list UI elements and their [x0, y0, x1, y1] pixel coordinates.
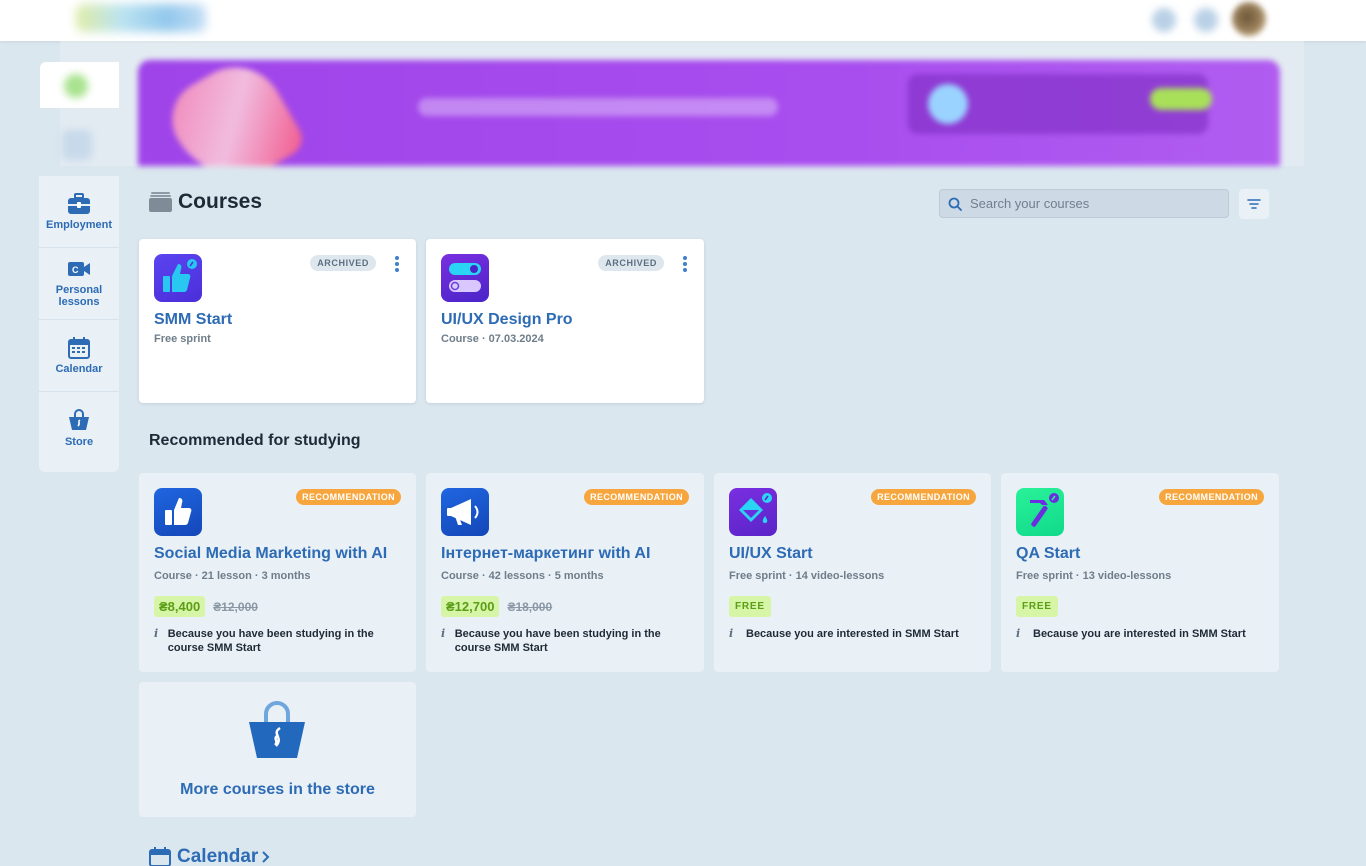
reason-text: Because you have been studying in the co… [454, 628, 661, 654]
briefcase-icon [68, 192, 90, 214]
toggle-icon [441, 254, 489, 302]
calendar-section-link[interactable]: Calendar [149, 846, 271, 866]
chevron-right-icon [262, 851, 270, 863]
recommendation-reason: i Because you have been studying in the … [441, 627, 681, 655]
price-row: ₴8,400 ₴12,000 [154, 596, 258, 617]
recommendation-badge: RECOMMENDATION [871, 489, 976, 505]
banner-promo-icon [928, 84, 968, 124]
megaphone-icon [441, 488, 489, 536]
course-card-uiux-design-pro[interactable]: ARCHIVED UI/UX Design Pro Course · 07.03… [426, 239, 704, 403]
sidebar-item-label: Employment [45, 218, 112, 231]
sidebar-item-employment[interactable]: Employment [39, 176, 119, 248]
course-title[interactable]: SMM Start [154, 311, 232, 329]
course-title[interactable]: UI/UX Start [729, 545, 813, 563]
course-subtitle: Course · 07.03.2024 [441, 333, 544, 345]
info-icon: i [729, 627, 734, 640]
sidebar-item-home[interactable] [40, 62, 119, 108]
reason-text: Because you are interested in SMM Start [746, 628, 959, 640]
recommendation-card-internet-marketing-ai[interactable]: RECOMMENDATION Інтернет-маркетинг with A… [426, 473, 704, 672]
course-card-smm-start[interactable]: ARCHIVED SMM Start Free sprint [139, 239, 416, 403]
price: ₴8,400 [154, 596, 206, 617]
search-icon [948, 197, 962, 211]
price-row: FREE [729, 596, 771, 617]
archived-badge: ARCHIVED [310, 255, 376, 271]
hammer-icon [1016, 488, 1064, 536]
info-icon: i [1016, 627, 1021, 640]
thumbs-up-icon [154, 254, 202, 302]
sidebar-item-label: Personal lessons [55, 283, 103, 308]
top-header [0, 0, 1366, 41]
banner-cta-button[interactable] [1150, 88, 1212, 110]
recommendation-badge: RECOMMENDATION [584, 489, 689, 505]
sidebar-item-personal-lessons[interactable]: C Personal lessons [39, 248, 119, 320]
thumbs-up-icon [154, 488, 202, 536]
filter-button[interactable] [1239, 189, 1269, 219]
svg-text:C: C [72, 265, 79, 275]
search-box[interactable] [939, 189, 1229, 218]
page-title: Courses [178, 190, 263, 213]
recommendation-reason: i Because you have been studying in the … [154, 627, 394, 655]
price-row: FREE [1016, 596, 1058, 617]
course-meta: Course · 21 lesson · 3 months [154, 570, 311, 582]
avatar[interactable] [1232, 2, 1266, 36]
course-meta: Free sprint · 14 video-lessons [729, 570, 885, 582]
info-icon: i [441, 627, 446, 640]
banner-text [418, 98, 778, 116]
more-options-icon[interactable] [680, 254, 690, 274]
sidebar-item-label: Store [64, 436, 94, 448]
course-title[interactable]: UI/UX Design Pro [441, 311, 573, 329]
course-meta: Course · 42 lessons · 5 months [441, 570, 604, 582]
course-meta: Free sprint · 13 video-lessons [1016, 570, 1172, 582]
rocket-illustration-icon [157, 60, 309, 166]
calendar-title: Calendar [177, 846, 259, 866]
price: ₴12,700 [441, 596, 500, 617]
sidebar-item-label: Calendar [55, 362, 103, 375]
calendar-icon [149, 847, 171, 866]
logo[interactable] [76, 4, 206, 32]
recommendation-card-qa-start[interactable]: RECOMMENDATION QA Start Free sprint · 13… [1001, 473, 1279, 672]
recommendation-reason: i Because you are interested in SMM Star… [729, 627, 969, 641]
course-title[interactable]: QA Start [1016, 545, 1080, 563]
recommendation-badge: RECOMMENDATION [1159, 489, 1264, 505]
price-row: ₴12,700 ₴18,000 [441, 596, 552, 617]
course-subtitle: Free sprint [154, 333, 211, 345]
promo-banner[interactable] [138, 60, 1280, 166]
recommendation-badge: RECOMMENDATION [296, 489, 401, 505]
video-camera-icon: C [68, 261, 90, 276]
recommendation-card-uiux-start[interactable]: RECOMMENDATION UI/UX Start Free sprint ·… [714, 473, 991, 672]
search-input[interactable] [970, 196, 1210, 211]
store-card-label: More courses in the store [180, 781, 375, 798]
free-badge: FREE [729, 596, 771, 617]
shopping-bag-icon [249, 701, 305, 758]
old-price: ₴18,000 [507, 599, 553, 614]
shopping-bag-icon [69, 409, 89, 430]
calendar-icon [68, 336, 90, 359]
sidebar-item-courses[interactable] [62, 130, 92, 160]
notification-icon[interactable] [1152, 8, 1176, 32]
courses-header: Courses [149, 190, 262, 214]
recommendation-reason: i Because you are interested in SMM Star… [1016, 627, 1256, 641]
free-badge: FREE [1016, 596, 1058, 617]
course-title[interactable]: Social Media Marketing with AI [154, 545, 387, 563]
sidebar-item-calendar[interactable]: Calendar [39, 320, 119, 392]
more-courses-store-card[interactable]: More courses in the store [139, 682, 416, 817]
folder-stack-icon [149, 192, 172, 212]
chat-icon[interactable] [1194, 8, 1218, 32]
course-title[interactable]: Інтернет-маркетинг with AI [441, 545, 650, 563]
sidebar-item-store[interactable]: Store [39, 392, 119, 464]
sidebar: Employment C Personal lessons Calendar S… [39, 176, 119, 472]
recommended-title: Recommended for studying [149, 432, 361, 449]
home-icon [64, 74, 88, 98]
archived-badge: ARCHIVED [598, 255, 664, 271]
recommendation-card-smm-ai[interactable]: RECOMMENDATION Social Media Marketing wi… [139, 473, 416, 672]
reason-text: Because you are interested in SMM Start [1033, 628, 1246, 640]
reason-text: Because you have been studying in the co… [167, 628, 374, 654]
paint-bucket-icon [729, 488, 777, 536]
info-icon: i [154, 627, 159, 640]
filter-icon [1247, 199, 1261, 209]
more-options-icon[interactable] [392, 254, 402, 274]
old-price: ₴12,000 [213, 599, 258, 614]
